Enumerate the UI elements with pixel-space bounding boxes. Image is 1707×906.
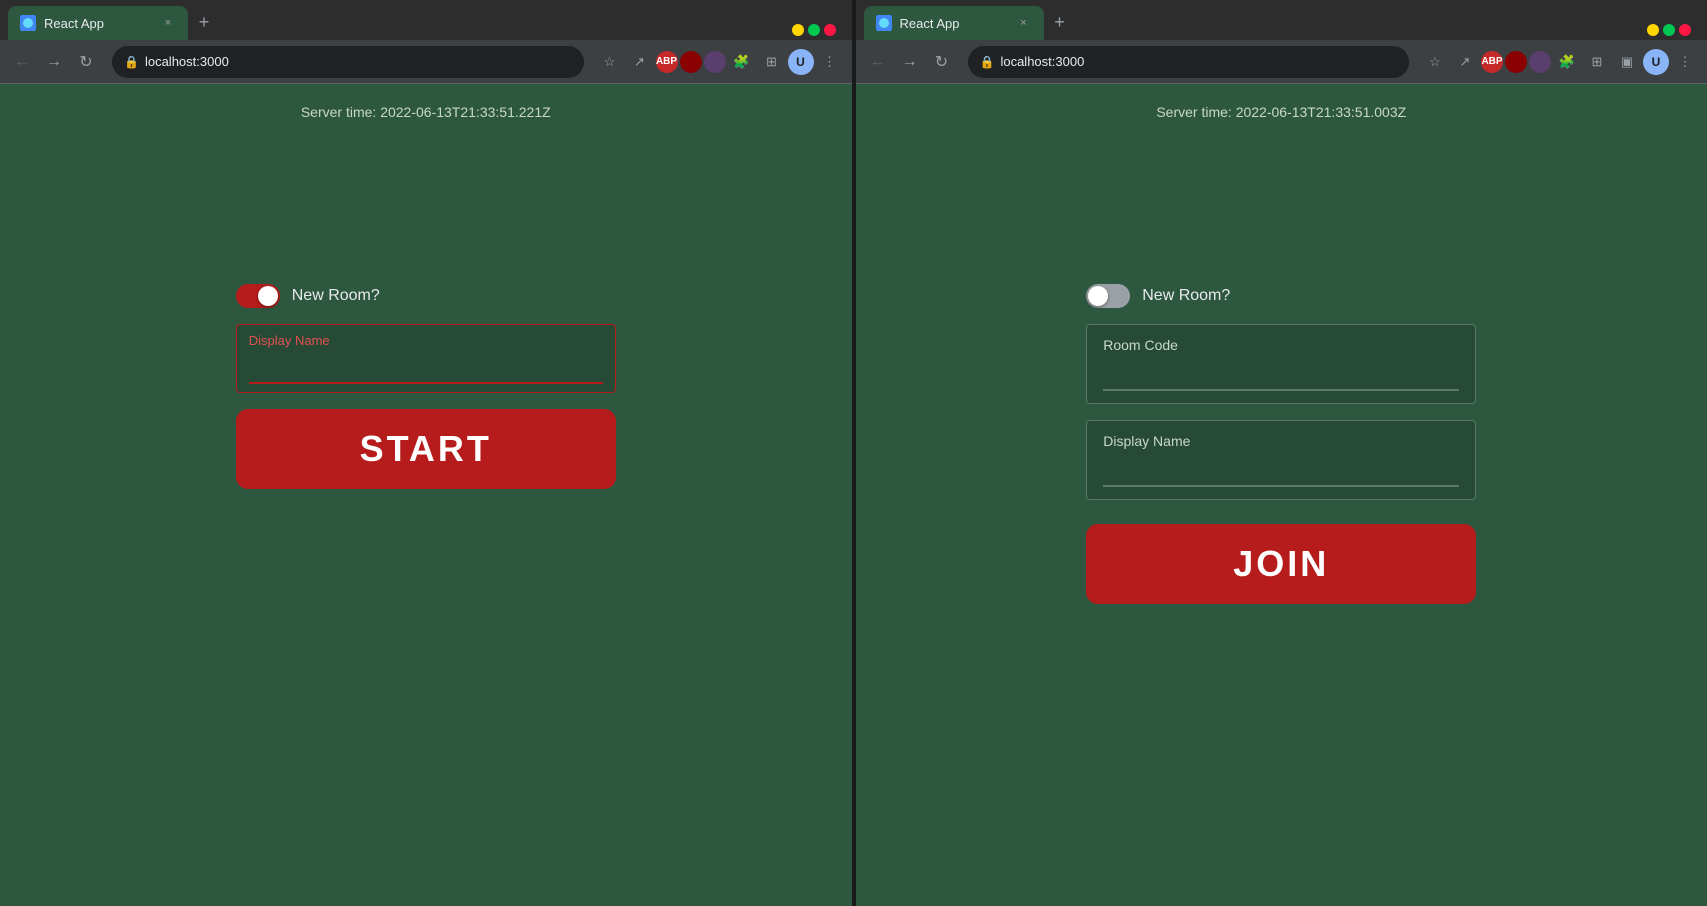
right-share-btn[interactable]: ↗ bbox=[1451, 48, 1479, 76]
left-url-display: localhost:3000 bbox=[145, 54, 572, 69]
left-menu-btn[interactable]: ⋮ bbox=[816, 48, 844, 76]
right-app-content: Server time: 2022-06-13T21:33:51.003Z Ne… bbox=[856, 84, 1707, 906]
left-ext1-icon[interactable] bbox=[680, 51, 702, 73]
left-server-time: Server time: 2022-06-13T21:33:51.221Z bbox=[301, 104, 551, 120]
left-avatar[interactable]: U bbox=[788, 49, 814, 75]
left-refresh-icon: ↻ bbox=[79, 52, 92, 72]
right-url-display: localhost:3000 bbox=[1000, 54, 1397, 69]
right-win-close[interactable] bbox=[1679, 24, 1691, 36]
right-bookmark-btn[interactable]: ☆ bbox=[1421, 48, 1449, 76]
right-back-btn[interactable]: ← bbox=[864, 48, 892, 76]
left-tab-close-btn[interactable]: × bbox=[160, 15, 176, 31]
left-back-btn[interactable]: ← bbox=[8, 48, 36, 76]
right-refresh-btn[interactable]: ↻ bbox=[928, 48, 956, 76]
right-win-minimize[interactable] bbox=[1647, 24, 1659, 36]
right-display-name-container: Display Name bbox=[1086, 420, 1476, 500]
right-server-time: Server time: 2022-06-13T21:33:51.003Z bbox=[1156, 104, 1406, 120]
right-forward-btn[interactable]: → bbox=[896, 48, 924, 76]
right-avatar[interactable]: U bbox=[1643, 49, 1669, 75]
left-bookmark-btn[interactable]: ☆ bbox=[596, 48, 624, 76]
left-new-room-toggle[interactable] bbox=[236, 284, 280, 308]
right-menu-btn[interactable]: ⋮ bbox=[1671, 48, 1699, 76]
left-lock-icon: 🔒 bbox=[124, 55, 139, 69]
right-tab-close-btn[interactable]: × bbox=[1016, 15, 1032, 31]
right-tab-favicon bbox=[876, 15, 892, 31]
right-refresh-icon: ↻ bbox=[935, 52, 948, 72]
left-abp-icon[interactable]: ABP bbox=[656, 51, 678, 73]
left-forward-btn[interactable]: → bbox=[40, 48, 68, 76]
right-address-bar[interactable]: 🔒 localhost:3000 bbox=[968, 46, 1410, 78]
left-win-maximize[interactable] bbox=[808, 24, 820, 36]
right-room-code-input[interactable] bbox=[1103, 359, 1459, 391]
right-display-name-input[interactable] bbox=[1103, 455, 1459, 487]
left-forward-icon: → bbox=[46, 53, 62, 71]
right-lock-icon: 🔒 bbox=[980, 55, 995, 69]
right-sidebar-btn[interactable]: ▣ bbox=[1613, 48, 1641, 76]
right-room-code-label: Room Code bbox=[1103, 337, 1459, 353]
left-display-name-container: Display Name bbox=[236, 324, 616, 393]
right-room-code-container: Room Code bbox=[1086, 324, 1476, 404]
left-tab-active[interactable]: React App × bbox=[8, 6, 188, 40]
right-tab-active[interactable]: React App × bbox=[864, 6, 1044, 40]
left-display-name-label: Display Name bbox=[249, 333, 603, 348]
left-tab-title: React App bbox=[44, 16, 152, 31]
right-back-icon: ← bbox=[870, 53, 886, 71]
right-new-room-toggle[interactable] bbox=[1086, 284, 1130, 308]
right-form-area: New Room? Room Code Display Name JOIN bbox=[1086, 284, 1476, 604]
left-toggle-row: New Room? bbox=[236, 284, 380, 308]
right-ext2-icon[interactable] bbox=[1529, 51, 1551, 73]
left-win-minimize[interactable] bbox=[792, 24, 804, 36]
left-ext2-icon[interactable] bbox=[704, 51, 726, 73]
left-back-icon: ← bbox=[14, 53, 30, 71]
right-tab-title: React App bbox=[900, 16, 1008, 31]
right-toggle-row: New Room? bbox=[1086, 284, 1230, 308]
right-ext1-icon[interactable] bbox=[1505, 51, 1527, 73]
left-new-room-label: New Room? bbox=[292, 287, 380, 305]
right-forward-icon: → bbox=[902, 53, 918, 71]
left-tab-favicon bbox=[20, 15, 36, 31]
right-abp-icon[interactable]: ABP bbox=[1481, 51, 1503, 73]
right-display-name-label: Display Name bbox=[1103, 433, 1459, 449]
left-refresh-btn[interactable]: ↻ bbox=[72, 48, 100, 76]
right-new-room-label: New Room? bbox=[1142, 287, 1230, 305]
left-share-btn[interactable]: ↗ bbox=[626, 48, 654, 76]
right-new-tab-btn[interactable]: + bbox=[1046, 8, 1074, 36]
left-address-bar[interactable]: 🔒 localhost:3000 bbox=[112, 46, 584, 78]
right-media-btn[interactable]: ⊞ bbox=[1583, 48, 1611, 76]
left-puzzlepiece-btn[interactable]: 🧩 bbox=[728, 48, 756, 76]
right-win-maximize[interactable] bbox=[1663, 24, 1675, 36]
right-puzzlepiece-btn[interactable]: 🧩 bbox=[1553, 48, 1581, 76]
left-new-tab-btn[interactable]: + bbox=[190, 8, 218, 36]
left-media-btn[interactable]: ⊞ bbox=[758, 48, 786, 76]
left-start-button[interactable]: START bbox=[236, 409, 616, 489]
left-form-area: New Room? Display Name START bbox=[236, 284, 616, 489]
left-display-name-input[interactable] bbox=[249, 356, 603, 384]
right-join-button[interactable]: JOIN bbox=[1086, 524, 1476, 604]
left-win-close[interactable] bbox=[824, 24, 836, 36]
left-app-content: Server time: 2022-06-13T21:33:51.221Z Ne… bbox=[0, 84, 852, 906]
